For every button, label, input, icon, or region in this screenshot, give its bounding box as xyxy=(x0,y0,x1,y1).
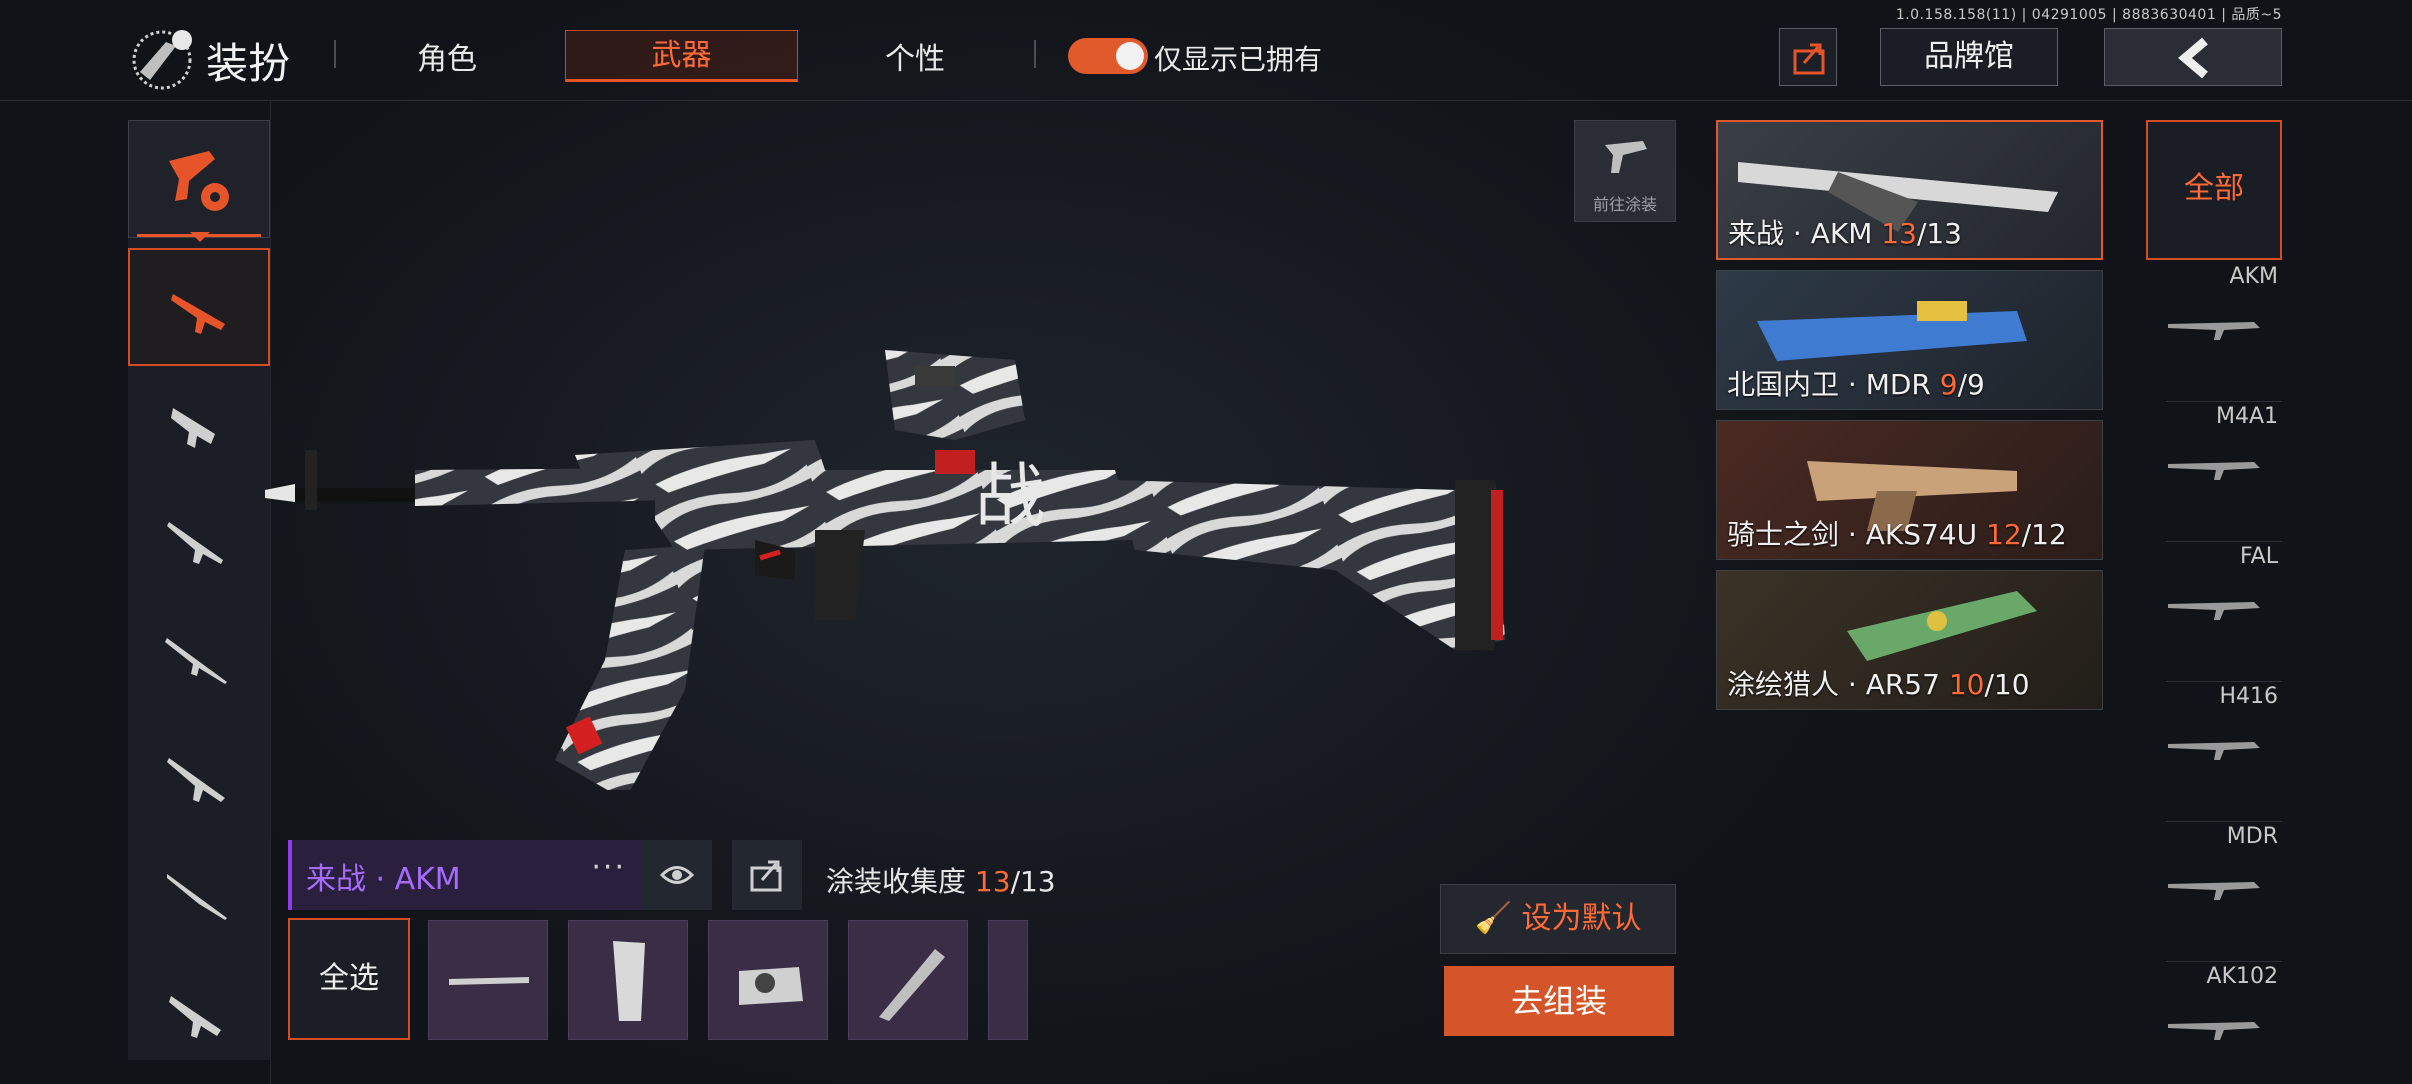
weapon-type-dmr[interactable] xyxy=(128,720,270,838)
broom-icon: 🧹 xyxy=(1474,901,1512,936)
paint-gun-icon xyxy=(1605,141,1647,173)
dmr-icon xyxy=(167,758,225,802)
skin-card[interactable]: 来战 · AKM 13/13 xyxy=(1716,120,2103,260)
set-default-label: 设为默认 xyxy=(1521,901,1642,936)
part-slot-stock[interactable] xyxy=(848,920,968,1040)
brand-hall-button[interactable]: 品牌馆 xyxy=(1880,28,2058,86)
smg-icon xyxy=(171,408,215,448)
weapon-type-sniper[interactable] xyxy=(128,602,270,720)
set-default-button[interactable]: 🧹 设为默认 xyxy=(1440,884,1676,954)
skin-card-label: 来战 · AKM 13/13 xyxy=(1728,217,1962,250)
svg-text:战: 战 xyxy=(975,455,1045,537)
collection-total: /13 xyxy=(1010,865,1056,898)
filter-item-ak102[interactable]: AK102 xyxy=(2146,962,2282,1082)
goto-paint-button[interactable]: 前往涂装 xyxy=(1574,120,1676,222)
tab-weapon[interactable]: 武器 xyxy=(565,30,798,82)
skin-card[interactable]: 骑士之剑 · AKS74U 12/12 xyxy=(1716,420,2103,560)
toggle-knob xyxy=(1116,42,1144,70)
select-all-button[interactable]: 全选 xyxy=(288,918,410,1040)
skin-card[interactable]: 涂绘猎人 · AR57 10/10 xyxy=(1716,570,2103,710)
weapon-preview-akm: 战 xyxy=(265,350,1505,790)
part-slot-weapon[interactable] xyxy=(428,920,548,1040)
weapon-category-icon xyxy=(169,151,229,211)
assemble-button[interactable]: 去组装 xyxy=(1444,966,1674,1036)
back-button[interactable] xyxy=(2104,28,2282,86)
tab-weapon-label: 武器 xyxy=(651,38,712,73)
filter-item-m4a1[interactable]: M4A1 xyxy=(2146,402,2282,542)
pistol-icon xyxy=(169,996,221,1038)
wardrobe-logo-icon xyxy=(132,30,192,90)
sniper-icon xyxy=(165,638,227,684)
skin-card-label: 骑士之剑 · AKS74U 12/12 xyxy=(1727,518,2067,551)
eye-icon xyxy=(659,866,695,884)
divider xyxy=(1034,40,1036,68)
divider xyxy=(334,40,336,68)
part-slot-more[interactable] xyxy=(988,920,1028,1040)
owned-only-toggle[interactable] xyxy=(1068,38,1148,74)
share-button[interactable] xyxy=(1779,28,1837,86)
share-icon xyxy=(750,860,782,892)
tab-character[interactable]: 角色 xyxy=(392,34,502,78)
weapon-type-lmg[interactable] xyxy=(128,838,270,956)
collection-label: 涂装收集度 xyxy=(826,865,967,898)
rifle-silhouette-icon xyxy=(2168,322,2260,340)
skin-card-label: 北国内卫 · MDR 9/9 xyxy=(1727,368,1985,401)
current-skin-name-bar[interactable]: 来战 · AKM ··· xyxy=(288,840,642,910)
weapon-type-smg[interactable] xyxy=(128,366,270,484)
weapon-category-header[interactable] xyxy=(128,120,270,238)
weapon-type-shotgun[interactable] xyxy=(128,484,270,602)
rifle-silhouette-icon xyxy=(2168,602,2260,620)
lmg-icon xyxy=(167,874,227,920)
more-options-icon[interactable]: ··· xyxy=(591,850,626,885)
rifle-silhouette-icon xyxy=(2168,882,2260,900)
part-slot-grip[interactable] xyxy=(568,920,688,1040)
skin-card-label: 涂绘猎人 · AR57 10/10 xyxy=(1727,668,2030,701)
weapon-type-pistol[interactable] xyxy=(128,956,270,1074)
filter-item-h416[interactable]: H416 xyxy=(2146,682,2282,822)
filter-item-fal[interactable]: FAL xyxy=(2146,542,2282,682)
weapon-type-assault-rifle[interactable] xyxy=(128,248,270,366)
collection-count: 13 xyxy=(974,865,1011,898)
shotgun-icon xyxy=(167,522,223,564)
filter-item-mdr[interactable]: MDR xyxy=(2146,822,2282,962)
grip-part-icon xyxy=(613,941,645,1021)
part-slot-sight[interactable] xyxy=(708,920,828,1040)
rifle-silhouette-icon xyxy=(2168,742,2260,760)
header-divider xyxy=(0,100,2412,101)
share-skin-button[interactable] xyxy=(732,840,802,910)
filter-all-button[interactable]: 全部 xyxy=(2146,120,2282,260)
stock-part-icon xyxy=(879,949,945,1021)
skin-card[interactable]: 北国内卫 · MDR 9/9 xyxy=(1716,270,2103,410)
goto-paint-label: 前往涂装 xyxy=(1592,195,1657,214)
rifle-silhouette-icon xyxy=(2168,1022,2260,1040)
rifle-silhouette-icon xyxy=(2168,462,2260,480)
owned-only-label: 仅显示已拥有 xyxy=(1154,43,1323,76)
weapon-part-icon xyxy=(449,977,529,985)
assault-rifle-icon xyxy=(171,294,225,334)
filter-item-akm[interactable]: AKM xyxy=(2146,262,2282,402)
tab-personality[interactable]: 个性 xyxy=(860,34,970,78)
page-title: 装扮 xyxy=(206,39,291,88)
current-skin-name: 来战 · AKM xyxy=(306,862,461,897)
chevron-left-icon xyxy=(2178,37,2208,79)
version-text: 1.0.158.158(11) | 04291005 | 8883630401 … xyxy=(1895,7,2282,23)
sight-part-icon xyxy=(739,967,803,1005)
share-icon xyxy=(1793,43,1825,75)
preview-eye-button[interactable] xyxy=(642,840,712,910)
category-caret xyxy=(190,232,210,242)
collection-progress: 涂装收集度 13/13 xyxy=(826,860,1056,900)
